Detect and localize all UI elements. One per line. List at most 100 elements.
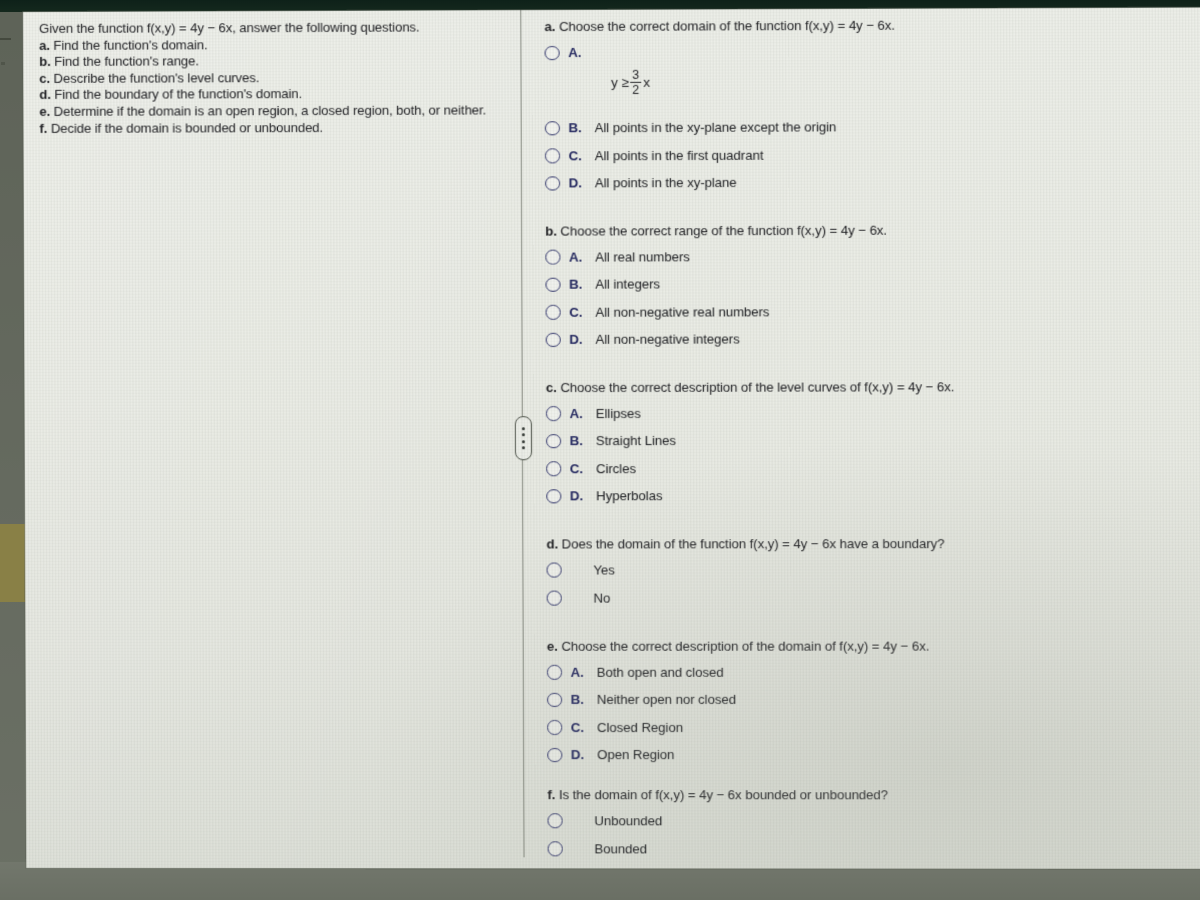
option-a-C-text: All points in the first quadrant — [594, 147, 764, 164]
radio-icon[interactable] — [545, 277, 561, 293]
question-f-text: Is the domain of f(x,y) = 4y − 6x bounde… — [558, 787, 889, 803]
option-b-D-text: All non-negative integers — [595, 331, 740, 348]
option-b-B-letter: B. — [569, 277, 583, 293]
problem-item-a: a. Find the function's domain. — [39, 36, 520, 54]
radio-icon[interactable] — [547, 720, 562, 735]
splitter-dot — [521, 446, 525, 450]
option-c-A[interactable]: A. Ellipses — [545, 405, 1192, 422]
option-b-B[interactable]: B. All integers — [545, 276, 1191, 293]
question-block-f: f. Is the domain of f(x,y) = 4y − 6x bou… — [547, 787, 1193, 857]
question-f-label: f. — [547, 787, 556, 803]
radio-icon[interactable] — [544, 45, 560, 61]
fraction-three-halves: 3 2 — [630, 67, 642, 97]
question-f-stem: f. Is the domain of f(x,y) = 4y − 6x bou… — [547, 787, 1193, 803]
option-d-no[interactable]: No — [546, 590, 1193, 606]
question-block-b: b. Choose the correct range of the funct… — [545, 222, 1191, 348]
question-c-label: c. — [545, 379, 557, 395]
fraction-denominator: 2 — [632, 82, 640, 97]
problem-item-a-label: a. — [39, 37, 50, 53]
option-d-no-text: No — [593, 590, 611, 606]
option-c-C[interactable]: C. Circles — [546, 460, 1192, 477]
option-b-A[interactable]: A. All real numbers — [545, 248, 1191, 265]
question-block-c: c. Choose the correct description of the… — [546, 379, 1192, 504]
problem-item-d: d. Find the boundary of the function's d… — [39, 86, 520, 104]
radio-icon[interactable] — [545, 250, 560, 265]
problem-item-b-label: b. — [39, 54, 51, 70]
problem-intro: Given the function f(x,y) = 4y − 6x, ans… — [39, 19, 420, 36]
option-a-C[interactable]: C. All points in the first quadrant — [544, 146, 1191, 164]
option-b-A-letter: A. — [568, 249, 583, 265]
radio-icon[interactable] — [546, 591, 562, 606]
problem-item-a-text: Find the function's domain. — [53, 36, 208, 53]
bezel-mark — [0, 38, 11, 40]
option-c-D-text: Hyperbolas — [596, 488, 663, 504]
option-e-D[interactable]: D. Open Region — [547, 747, 1193, 763]
exercise-page: Given the function f(x,y) = 4y − 6x, ans… — [23, 7, 1200, 868]
option-a-C-letter: C. — [568, 148, 582, 164]
radio-icon[interactable] — [546, 434, 561, 449]
option-e-A[interactable]: A. Both open and closed — [546, 664, 1193, 680]
problem-item-b: b. Find the function's range. — [39, 52, 520, 70]
radio-icon[interactable] — [547, 841, 563, 857]
problem-item-f-label: f. — [39, 120, 48, 136]
option-c-B[interactable]: B. Straight Lines — [546, 433, 1192, 449]
problem-item-c-text: Describe the function's level curves. — [53, 69, 260, 86]
option-e-A-text: Both open and closed — [596, 664, 724, 680]
bezel-speck — [1, 62, 5, 65]
math-inequality-lhs: y ≥ — [611, 74, 630, 90]
option-e-C-text: Closed Region — [596, 719, 684, 735]
question-e-label: e. — [546, 638, 558, 654]
radio-icon[interactable] — [547, 692, 562, 708]
option-b-C[interactable]: C. All non-negative real numbers — [545, 303, 1192, 320]
radio-icon[interactable] — [544, 121, 560, 136]
question-d-text: Does the domain of the function f(x,y) =… — [561, 535, 945, 552]
option-a-D[interactable]: D. All points in the xy-plane — [545, 174, 1191, 191]
option-a-A[interactable]: A. — [544, 43, 1191, 61]
option-c-D[interactable]: D. Hyperbolas — [546, 488, 1192, 504]
problem-statement-pane: Given the function f(x,y) = 4y − 6x, ans… — [31, 10, 529, 137]
radio-icon[interactable] — [546, 665, 562, 680]
option-f-unbounded[interactable]: Unbounded — [547, 813, 1194, 829]
pane-splitter-handle[interactable] — [514, 416, 533, 461]
option-e-C-letter: C. — [570, 719, 584, 735]
option-e-C[interactable]: C. Closed Region — [547, 720, 1193, 735]
problem-item-e-label: e. — [39, 103, 51, 119]
radio-icon[interactable] — [545, 406, 561, 422]
option-f-bounded-text: Bounded — [594, 841, 648, 857]
option-b-D-letter: D. — [569, 332, 583, 348]
problem-item-d-label: d. — [39, 87, 51, 103]
radio-icon[interactable] — [547, 813, 563, 829]
radio-icon[interactable] — [545, 305, 561, 320]
radio-icon[interactable] — [545, 176, 560, 191]
option-d-yes[interactable]: Yes — [546, 562, 1193, 578]
option-c-A-text: Ellipses — [595, 405, 641, 421]
option-c-C-text: Circles — [595, 461, 636, 477]
radio-icon[interactable] — [546, 562, 562, 578]
radio-icon[interactable] — [544, 148, 560, 164]
radio-icon[interactable] — [545, 332, 561, 348]
option-e-B-letter: B. — [570, 692, 584, 708]
problem-item-c: c. Describe the function's level curves. — [39, 69, 520, 87]
option-e-A-letter: A. — [570, 664, 584, 680]
option-c-C-letter: C. — [569, 461, 583, 477]
radio-icon[interactable] — [546, 489, 561, 504]
question-block-a: a. Choose the correct domain of the func… — [544, 17, 1190, 191]
option-f-unbounded-text: Unbounded — [594, 813, 663, 829]
problem-item-d-text: Find the boundary of the function's doma… — [54, 86, 303, 103]
option-a-B[interactable]: B. All points in the xy-plane except the… — [544, 119, 1191, 136]
option-b-D[interactable]: D. All non-negative integers — [545, 331, 1192, 348]
monitor-screen: Given the function f(x,y) = 4y − 6x, ans… — [23, 7, 1200, 869]
problem-item-b-text: Find the function's range. — [54, 53, 199, 70]
option-f-bounded[interactable]: Bounded — [547, 841, 1194, 857]
option-a-D-letter: D. — [568, 175, 582, 191]
option-e-B[interactable]: B. Neither open nor closed — [547, 692, 1193, 708]
question-block-e: e. Choose the correct description of the… — [547, 638, 1193, 762]
answer-pane: a. Choose the correct domain of the func… — [544, 8, 1193, 870]
problem-item-f: f. Decide if the domain is bounded or un… — [39, 119, 520, 137]
splitter-dot — [521, 426, 525, 430]
radio-icon[interactable] — [547, 747, 562, 763]
radio-icon[interactable] — [546, 461, 561, 477]
